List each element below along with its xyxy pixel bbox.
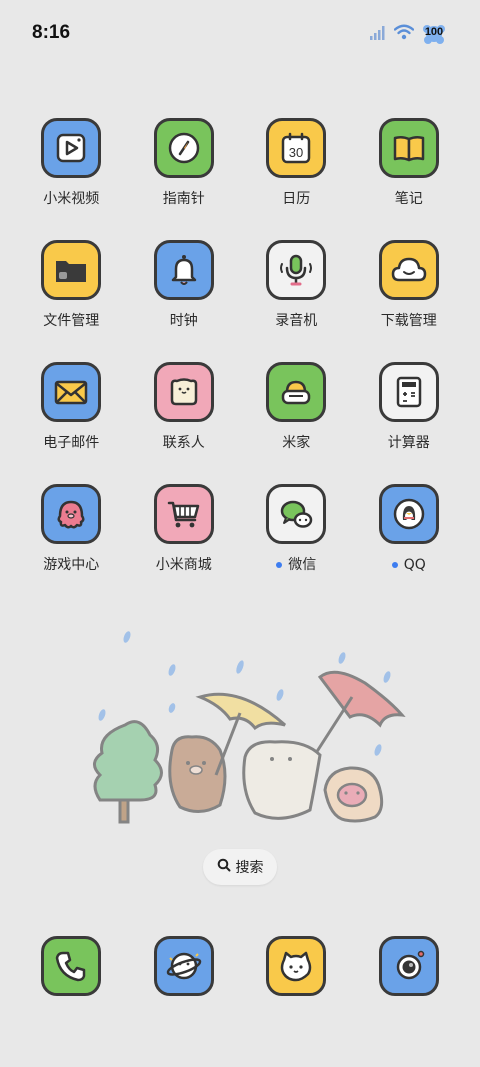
status-time: 8:16 xyxy=(32,22,71,43)
app-row: 电子邮件 联系人 米家 计算器 xyxy=(15,362,465,484)
app-row: 文件管理 时钟 录音机 下载管理 xyxy=(15,240,465,362)
app-row: 小米视频 指南针 30 日历 笔记 xyxy=(15,118,465,240)
wallpaper-illustration xyxy=(80,625,420,835)
app-mi-store[interactable]: 小米商城 xyxy=(128,484,241,606)
app-notes[interactable]: 笔记 xyxy=(353,118,466,240)
penguin-icon[interactable] xyxy=(378,484,439,544)
wechat-icon[interactable] xyxy=(266,484,327,544)
app-qq[interactable]: QQ xyxy=(353,484,466,606)
calendar-day: 30 xyxy=(289,145,303,160)
contact-card-icon[interactable] xyxy=(153,362,214,422)
app-label: 游戏中心 xyxy=(43,557,100,573)
new-badge-dot xyxy=(276,562,283,568)
app-label: 小米视频 xyxy=(43,191,100,207)
envelope-icon[interactable] xyxy=(41,362,102,422)
app-label: 录音机 xyxy=(275,313,318,329)
signal-icon xyxy=(370,25,386,44)
shopping-cart-icon[interactable] xyxy=(153,484,214,544)
compass-icon[interactable] xyxy=(153,118,214,178)
app-label: 联系人 xyxy=(162,435,205,451)
status-icons: 100 xyxy=(370,22,446,46)
new-badge-dot xyxy=(391,562,398,568)
microphone-icon[interactable] xyxy=(266,240,327,300)
app-label: 计算器 xyxy=(387,435,430,451)
dock-gallery[interactable] xyxy=(240,936,353,996)
app-label: 指南针 xyxy=(162,191,205,207)
folder-icon[interactable] xyxy=(41,240,102,300)
camera-icon[interactable] xyxy=(378,936,439,996)
video-play-icon[interactable] xyxy=(41,118,102,178)
app-clock[interactable]: 时钟 xyxy=(128,240,241,362)
cloud-icon[interactable] xyxy=(378,240,439,300)
dock-browser[interactable] xyxy=(128,936,241,996)
app-label: 米家 xyxy=(282,435,311,451)
app-download-manager[interactable]: 下载管理 xyxy=(353,240,466,362)
dock-phone[interactable] xyxy=(15,936,128,996)
app-label: 笔记 xyxy=(394,191,423,207)
home-sofa-icon[interactable] xyxy=(266,362,327,422)
status-bar: 8:16 100 xyxy=(0,0,480,70)
app-wechat[interactable]: 微信 xyxy=(240,484,353,606)
app-label: QQ xyxy=(391,556,426,574)
app-label: 电子邮件 xyxy=(43,435,100,451)
app-mi-video[interactable]: 小米视频 xyxy=(15,118,128,240)
battery-level: 100 xyxy=(424,26,444,38)
calculator-icon[interactable] xyxy=(378,362,439,422)
planet-icon[interactable] xyxy=(153,936,214,996)
bell-icon[interactable] xyxy=(153,240,214,300)
cat-face-icon[interactable] xyxy=(266,936,327,996)
app-label: 小米商城 xyxy=(155,557,212,573)
battery-icon: 100 xyxy=(422,22,446,46)
app-contacts[interactable]: 联系人 xyxy=(128,362,241,484)
app-label: 日历 xyxy=(282,191,311,207)
app-recorder[interactable]: 录音机 xyxy=(240,240,353,362)
octopus-icon[interactable] xyxy=(41,484,102,544)
app-game-center[interactable]: 游戏中心 xyxy=(15,484,128,606)
app-email[interactable]: 电子邮件 xyxy=(15,362,128,484)
app-mi-home[interactable]: 米家 xyxy=(240,362,353,484)
app-label: 微信 xyxy=(276,556,316,574)
app-file-manager[interactable]: 文件管理 xyxy=(15,240,128,362)
search-button[interactable]: 搜索 xyxy=(203,849,277,885)
notebook-icon[interactable] xyxy=(378,118,439,178)
dock-camera[interactable] xyxy=(353,936,466,996)
app-calendar[interactable]: 30 日历 xyxy=(240,118,353,240)
app-label: 下载管理 xyxy=(380,313,437,329)
app-compass[interactable]: 指南针 xyxy=(128,118,241,240)
app-label: 文件管理 xyxy=(43,313,100,329)
app-row: 游戏中心 小米商城 微信 QQ xyxy=(15,484,465,606)
phone-icon[interactable] xyxy=(41,936,102,996)
app-grid: 小米视频 指南针 30 日历 笔记 文件管理 时钟 录音机 下载管理 电子邮件 … xyxy=(15,118,465,606)
wifi-icon xyxy=(393,24,415,44)
dock xyxy=(15,936,465,996)
calendar-icon[interactable]: 30 xyxy=(266,118,327,178)
search-label: 搜索 xyxy=(235,860,264,876)
search-icon xyxy=(217,858,231,876)
app-label: 时钟 xyxy=(169,313,198,329)
app-calculator[interactable]: 计算器 xyxy=(353,362,466,484)
